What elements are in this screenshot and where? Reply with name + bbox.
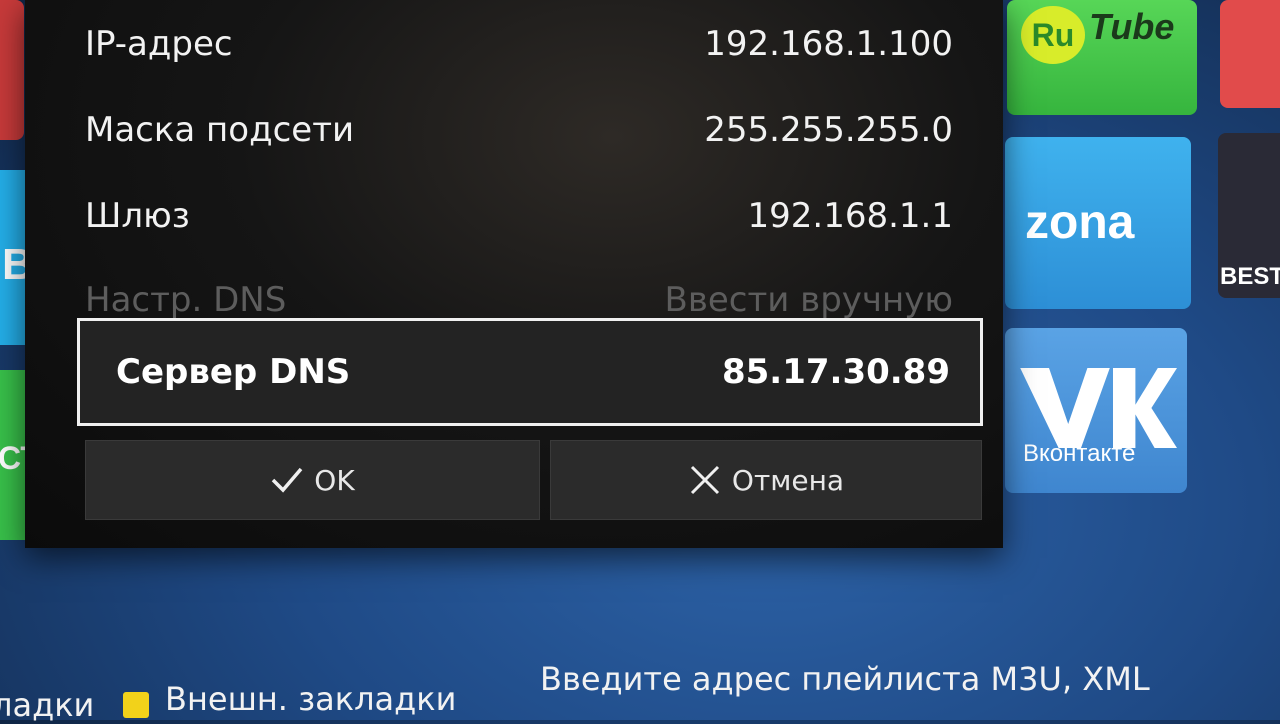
subnet-mask-row[interactable]: Маска подсети 255.255.255.0	[85, 100, 953, 160]
vk-label: Вконтакте	[1023, 440, 1136, 467]
bottom-hint-bar: ладки Внешн. закладки Введите адрес плей…	[0, 630, 1280, 724]
ip-address-row[interactable]: IP-адрес 192.168.1.100	[85, 14, 953, 74]
ip-address-label: IP-адрес	[85, 24, 233, 64]
app-tile-best[interactable]: BEST	[1218, 133, 1280, 298]
best-label: BEST	[1220, 263, 1280, 290]
yellow-key-icon	[123, 692, 149, 718]
bookmarks-hint: ладки	[0, 686, 95, 724]
close-icon	[690, 465, 719, 495]
dns-server-label: Сервер DNS	[116, 352, 351, 392]
app-tile-red-left[interactable]	[0, 0, 24, 140]
gateway-row[interactable]: Шлюз 192.168.1.1	[85, 186, 953, 246]
cancel-button[interactable]: Отмена	[550, 440, 982, 520]
app-tile-red-right[interactable]	[1220, 0, 1280, 108]
network-settings-dialog: IP-адрес 192.168.1.100 Маска подсети 255…	[25, 0, 1003, 548]
dns-mode-value: Ввести вручную	[664, 280, 954, 320]
dns-mode-label: Настр. DNS	[85, 280, 287, 320]
dns-server-value: 85.17.30.89	[721, 352, 950, 392]
subnet-mask-label: Маска подсети	[85, 110, 355, 150]
cancel-button-label: Отмена	[731, 463, 845, 497]
external-bookmarks-hint: Внешн. закладки	[165, 680, 457, 718]
app-tile-rutube[interactable]: Ru Tube	[1007, 0, 1197, 115]
gateway-label: Шлюз	[85, 196, 190, 236]
ok-button[interactable]: OK	[85, 440, 540, 520]
subnet-mask-value: 255.255.255.0	[704, 110, 953, 150]
gateway-value: 192.168.1.1	[747, 196, 953, 236]
ip-address-value: 192.168.1.100	[704, 24, 953, 64]
app-tile-zona[interactable]: zona	[1005, 137, 1191, 309]
app-tile-vk[interactable]: Вконтакте	[1005, 328, 1187, 493]
zona-logo: zona	[1025, 196, 1135, 249]
dns-server-row[interactable]: Сервер DNS 85.17.30.89	[77, 318, 983, 426]
checkmark-icon	[272, 467, 303, 493]
rutube-logo-prefix: Ru	[1021, 6, 1085, 64]
playlist-hint: Введите адрес плейлиста M3U, XML	[540, 660, 1150, 698]
ok-button-label: OK	[314, 463, 355, 497]
rutube-logo-suffix: Tube	[1089, 6, 1175, 47]
